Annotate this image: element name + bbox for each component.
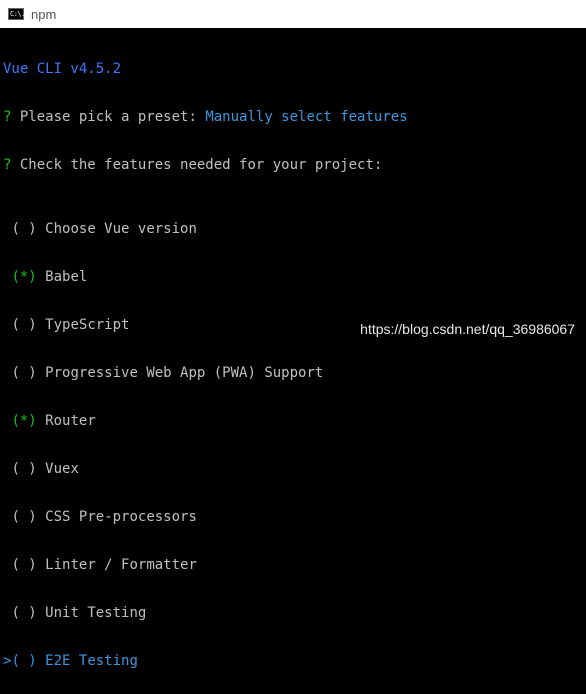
features-question: Check the features needed for your proje…: [19, 157, 383, 173]
feature-label: Babel: [45, 269, 88, 285]
feature-label: CSS Pre-processors: [45, 509, 197, 525]
feature-label: E2E Testing: [45, 653, 138, 669]
feature-option-vue-version[interactable]: ( ) Choose Vue version: [3, 221, 586, 237]
checkbox-mark[interactable]: ( ): [11, 509, 36, 525]
preset-prompt: ? Please pick a preset: Manually select …: [3, 109, 586, 125]
version-line: Vue CLI v4.5.2: [3, 61, 122, 77]
feature-label: TypeScript: [45, 317, 130, 333]
feature-label: Linter / Formatter: [45, 557, 197, 573]
prompt-marker: ?: [3, 109, 12, 125]
feature-label: Progressive Web App (PWA) Support: [45, 365, 324, 381]
checkbox-mark[interactable]: ( ): [11, 605, 36, 621]
console-icon: C:\.: [8, 8, 25, 20]
title-bar: C:\. npm: [0, 0, 586, 28]
features-prompt: ? Check the features needed for your pro…: [3, 157, 586, 173]
feature-option-css-preprocessors[interactable]: ( ) CSS Pre-processors: [3, 509, 586, 525]
feature-label: Unit Testing: [45, 605, 147, 621]
preset-answer: Manually select features: [205, 109, 408, 125]
checkbox-mark[interactable]: (*): [11, 413, 36, 429]
feature-label: Choose Vue version: [45, 221, 197, 237]
feature-label: Vuex: [45, 461, 79, 477]
checkbox-mark[interactable]: ( ): [11, 557, 36, 573]
feature-option-linter[interactable]: ( ) Linter / Formatter: [3, 557, 586, 573]
feature-option-babel[interactable]: (*) Babel: [3, 269, 586, 285]
feature-option-unit-testing[interactable]: ( ) Unit Testing: [3, 605, 586, 621]
preset-question: Please pick a preset:: [19, 109, 197, 125]
feature-option-vuex[interactable]: ( ) Vuex: [3, 461, 586, 477]
window-title: npm: [31, 6, 57, 22]
console-output[interactable]: Vue CLI v4.5.2 ? Please pick a preset: M…: [0, 28, 586, 669]
cursor-pointer-icon: >: [3, 653, 12, 669]
terminal-window: C:\. npm Vue CLI v4.5.2 ? Please pick a …: [0, 0, 586, 669]
checkbox-mark[interactable]: ( ): [11, 653, 36, 669]
checkbox-mark[interactable]: ( ): [11, 365, 36, 381]
checkbox-mark[interactable]: ( ): [11, 461, 36, 477]
prompt-marker: ?: [3, 157, 12, 173]
feature-option-router[interactable]: (*) Router: [3, 413, 586, 429]
watermark: https://blog.csdn.net/qq_36986067: [360, 321, 575, 337]
feature-label: Router: [45, 413, 96, 429]
checkbox-mark[interactable]: (*): [11, 269, 36, 285]
checkbox-mark[interactable]: ( ): [11, 317, 36, 333]
feature-option-e2e-testing[interactable]: >( ) E2E Testing: [3, 653, 586, 669]
feature-option-pwa[interactable]: ( ) Progressive Web App (PWA) Support: [3, 365, 586, 381]
checkbox-mark[interactable]: ( ): [11, 221, 36, 237]
